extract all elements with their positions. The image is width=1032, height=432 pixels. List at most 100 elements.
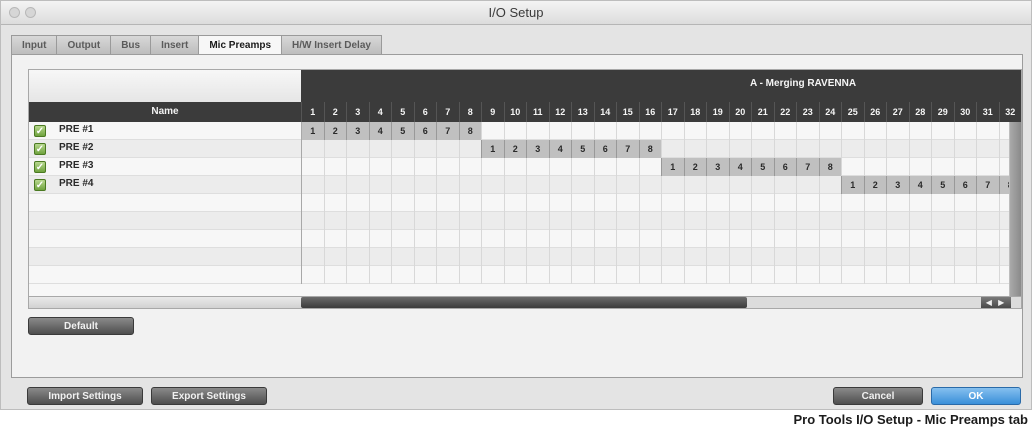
grid-cell[interactable] bbox=[571, 248, 594, 266]
grid-cell[interactable] bbox=[571, 176, 594, 194]
grid-cell[interactable] bbox=[683, 266, 707, 284]
grid-cell[interactable] bbox=[818, 140, 842, 158]
grid-cell[interactable] bbox=[346, 266, 369, 284]
assigned-channel-cell[interactable]: 5 bbox=[571, 140, 594, 158]
grid-cell[interactable] bbox=[548, 266, 572, 284]
grid-cell[interactable] bbox=[346, 176, 369, 194]
grid-cell[interactable] bbox=[931, 212, 954, 230]
grid-cell[interactable] bbox=[976, 140, 999, 158]
grid-cell[interactable] bbox=[683, 122, 707, 140]
grid-cell[interactable] bbox=[481, 266, 504, 284]
grid-cell[interactable] bbox=[706, 212, 729, 230]
grid-cell[interactable] bbox=[706, 122, 729, 140]
grid-cell[interactable] bbox=[503, 248, 527, 266]
grid-cell[interactable] bbox=[548, 248, 572, 266]
grid-cell[interactable] bbox=[368, 158, 392, 176]
grid-cell[interactable] bbox=[863, 158, 887, 176]
assigned-channel-cell[interactable]: 4 bbox=[548, 140, 571, 158]
grid-cell[interactable] bbox=[413, 176, 437, 194]
grid-cell[interactable] bbox=[616, 158, 639, 176]
grid-cell[interactable] bbox=[638, 248, 662, 266]
grid-cell[interactable] bbox=[301, 248, 324, 266]
grid-cell[interactable] bbox=[751, 266, 774, 284]
cancel-button[interactable]: Cancel bbox=[833, 387, 923, 405]
grid-cell[interactable] bbox=[908, 122, 932, 140]
grid-cell[interactable] bbox=[616, 176, 639, 194]
export-settings-button[interactable]: Export Settings bbox=[151, 387, 267, 405]
assigned-channel-cell[interactable]: 7 bbox=[616, 140, 639, 158]
grid-cell[interactable] bbox=[953, 230, 977, 248]
grid-cell[interactable] bbox=[481, 194, 504, 212]
assigned-channel-cell[interactable]: 1 bbox=[481, 140, 504, 158]
grid-cell[interactable] bbox=[413, 212, 437, 230]
grid-cell[interactable] bbox=[638, 194, 662, 212]
grid-cell[interactable] bbox=[571, 158, 594, 176]
grid-cell[interactable] bbox=[931, 140, 954, 158]
grid-cell[interactable] bbox=[683, 140, 707, 158]
grid-cell[interactable] bbox=[481, 212, 504, 230]
grid-cell[interactable] bbox=[908, 248, 932, 266]
grid-cell[interactable] bbox=[976, 266, 999, 284]
grid-cell[interactable] bbox=[301, 158, 324, 176]
grid-cell[interactable] bbox=[458, 176, 482, 194]
assigned-channel-cell[interactable]: 6 bbox=[953, 176, 976, 194]
grid-cell[interactable] bbox=[796, 176, 819, 194]
grid-cell[interactable] bbox=[503, 194, 527, 212]
grid-cell[interactable] bbox=[391, 194, 414, 212]
assigned-channel-cell[interactable]: 2 bbox=[503, 140, 526, 158]
grid-cell[interactable] bbox=[638, 176, 662, 194]
assigned-channel-cell[interactable]: 1 bbox=[661, 158, 684, 176]
assigned-channel-cell[interactable]: 4 bbox=[728, 158, 751, 176]
grid-cell[interactable] bbox=[683, 194, 707, 212]
grid-cell[interactable] bbox=[346, 140, 369, 158]
assigned-channel-cell[interactable]: 8 bbox=[818, 158, 841, 176]
grid-cell[interactable] bbox=[908, 266, 932, 284]
grid-cell[interactable] bbox=[683, 212, 707, 230]
grid-cell[interactable] bbox=[548, 122, 572, 140]
grid-cell[interactable] bbox=[526, 158, 549, 176]
grid-cell[interactable] bbox=[976, 212, 999, 230]
grid-cell[interactable] bbox=[661, 194, 684, 212]
grid-cell[interactable] bbox=[593, 230, 617, 248]
grid-cell[interactable] bbox=[458, 248, 482, 266]
grid-cell[interactable] bbox=[706, 248, 729, 266]
assigned-channel-cell[interactable]: 8 bbox=[638, 140, 661, 158]
grid-cell[interactable] bbox=[818, 194, 842, 212]
grid-cell[interactable] bbox=[436, 194, 459, 212]
grid-cell[interactable] bbox=[368, 194, 392, 212]
assigned-channel-cell[interactable]: 6 bbox=[593, 140, 616, 158]
grid-cell[interactable] bbox=[301, 230, 324, 248]
grid-cell[interactable] bbox=[481, 230, 504, 248]
grid-cell[interactable] bbox=[953, 266, 977, 284]
grid-cell[interactable] bbox=[908, 158, 932, 176]
assigned-channel-cell[interactable]: 5 bbox=[931, 176, 954, 194]
grid-cell[interactable] bbox=[728, 176, 752, 194]
grid-cell[interactable] bbox=[368, 140, 392, 158]
grid-cell[interactable] bbox=[413, 158, 437, 176]
grid-cell[interactable] bbox=[886, 158, 909, 176]
grid-cell[interactable] bbox=[571, 122, 594, 140]
grid-cell[interactable] bbox=[526, 194, 549, 212]
grid-cell[interactable] bbox=[886, 194, 909, 212]
grid-cell[interactable] bbox=[976, 248, 999, 266]
grid-cell[interactable] bbox=[548, 194, 572, 212]
grid-cell[interactable] bbox=[458, 158, 482, 176]
preamp-name[interactable]: PRE #4 bbox=[59, 178, 93, 189]
grid-cell[interactable] bbox=[908, 140, 932, 158]
scroll-arrows-icon[interactable]: ◀ ▶ bbox=[981, 297, 1011, 308]
grid-cell[interactable] bbox=[526, 122, 549, 140]
grid-cell[interactable] bbox=[548, 230, 572, 248]
grid-cell[interactable] bbox=[616, 194, 639, 212]
grid-cell[interactable] bbox=[481, 158, 504, 176]
grid-cell[interactable] bbox=[503, 176, 527, 194]
grid-cell[interactable] bbox=[458, 266, 482, 284]
grid-cell[interactable] bbox=[796, 266, 819, 284]
grid-cell[interactable] bbox=[886, 140, 909, 158]
grid-cell[interactable] bbox=[818, 248, 842, 266]
grid-cell[interactable] bbox=[976, 194, 999, 212]
grid-cell[interactable] bbox=[773, 194, 797, 212]
grid-cell[interactable] bbox=[593, 194, 617, 212]
assigned-channel-cell[interactable]: 2 bbox=[683, 158, 706, 176]
grid-cell[interactable] bbox=[728, 230, 752, 248]
grid-cell[interactable] bbox=[436, 212, 459, 230]
